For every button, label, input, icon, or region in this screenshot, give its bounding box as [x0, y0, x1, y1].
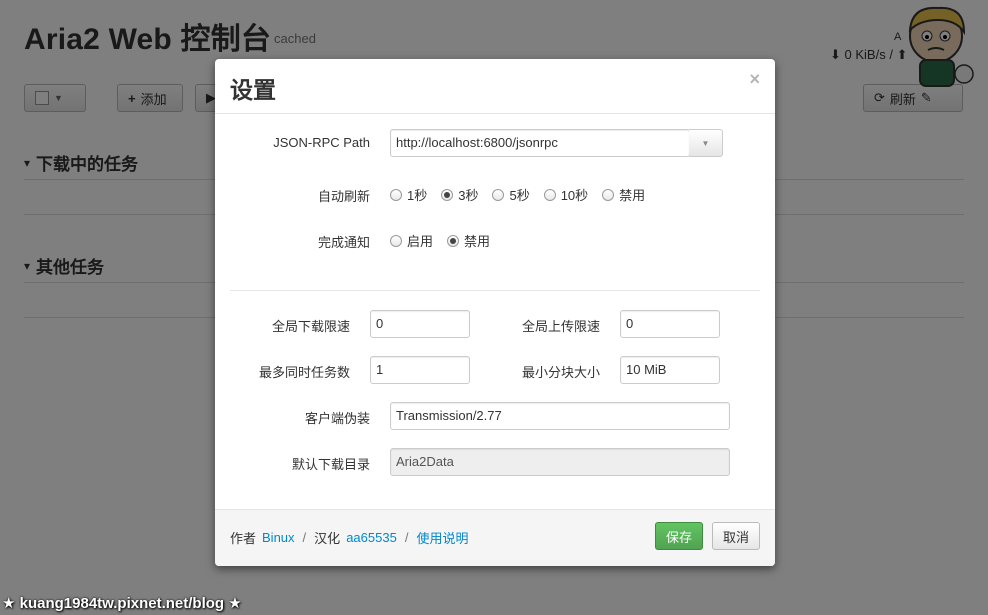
notify-option-disable[interactable]: 禁用: [447, 231, 490, 250]
auto-refresh-option-3s[interactable]: 3秒: [441, 185, 478, 204]
save-button[interactable]: 保存: [655, 522, 703, 550]
radio-button[interactable]: [492, 188, 505, 201]
auto-refresh-option-5s[interactable]: 5秒: [492, 185, 530, 204]
user-agent-input[interactable]: Transmission/2.77: [390, 402, 730, 430]
max-concurrent-input[interactable]: 1: [370, 356, 470, 384]
min-split-size-label: 最小分块大小: [521, 365, 600, 380]
cancel-button[interactable]: 取消: [712, 522, 760, 550]
rpc-path-input[interactable]: http://localhost:6800/jsonrpc: [390, 129, 690, 157]
user-agent-label: 客户端伪装: [304, 411, 370, 426]
rpc-history-dropdown[interactable]: ▼: [689, 129, 723, 157]
radio-label: 10秒: [560, 188, 589, 203]
default-dir-label: 默认下载目录: [291, 457, 370, 472]
default-dir-input: Aria2Data: [390, 448, 730, 476]
radio-button-selected[interactable]: [441, 188, 454, 201]
author-label: 作者: [230, 531, 257, 546]
radio-button-selected[interactable]: [447, 234, 460, 247]
radio-label: 启用: [407, 234, 434, 249]
author-link[interactable]: Binux: [262, 530, 295, 545]
radio-button[interactable]: [602, 188, 615, 201]
auto-refresh-option-disabled[interactable]: 禁用: [602, 185, 645, 204]
radio-label: 1秒: [407, 188, 428, 203]
form-divider: [230, 290, 760, 291]
help-link[interactable]: 使用说明: [416, 528, 468, 547]
auto-refresh-radio-group: 1秒 3秒 5秒 10秒 禁用: [390, 185, 659, 204]
close-icon[interactable]: ×: [749, 69, 760, 90]
global-download-limit-label: 全局下载限速: [271, 319, 350, 334]
radio-label: 3秒: [458, 188, 479, 203]
notify-option-enable[interactable]: 启用: [390, 231, 433, 250]
global-upload-limit-input[interactable]: 0: [620, 310, 720, 338]
translator-label: 汉化: [314, 531, 341, 546]
modal-header: 设置 ×: [215, 59, 775, 114]
separator: /: [404, 530, 409, 545]
global-download-limit-input[interactable]: 0: [370, 310, 470, 338]
modal-footer: 作者 Binux / 汉化 aa65535 / 使用说明 保存 取消: [215, 509, 775, 566]
radio-button[interactable]: [543, 188, 556, 201]
settings-modal: 设置 × JSON-RPC Path http://localhost:6800…: [215, 59, 775, 566]
radio-button[interactable]: [390, 188, 402, 201]
caret-down-icon: ▼: [701, 138, 710, 148]
separator: /: [302, 530, 307, 545]
footer-credits: 作者 Binux / 汉化 aa65535 / 使用说明: [230, 528, 468, 547]
notify-radio-group: 启用 禁用: [390, 231, 504, 250]
max-concurrent-label: 最多同时任务数: [258, 365, 350, 380]
radio-button[interactable]: [390, 234, 402, 247]
rpc-path-label: JSON-RPC Path: [273, 135, 370, 150]
modal-title: 设置: [230, 77, 276, 103]
auto-refresh-label: 自动刷新: [317, 189, 370, 204]
translator-link[interactable]: aa65535: [346, 530, 397, 545]
notify-label: 完成通知: [317, 235, 370, 250]
radio-label: 5秒: [509, 188, 530, 203]
radio-label: 禁用: [619, 188, 646, 203]
min-split-size-input[interactable]: 10 MiB: [620, 356, 720, 384]
blog-watermark: ★ kuang1984tw.pixnet.net/blog ★: [2, 595, 242, 612]
radio-label: 禁用: [464, 234, 491, 249]
auto-refresh-option-1s[interactable]: 1秒: [390, 185, 427, 204]
auto-refresh-option-10s[interactable]: 10秒: [543, 185, 589, 204]
global-upload-limit-label: 全局上传限速: [521, 319, 600, 334]
